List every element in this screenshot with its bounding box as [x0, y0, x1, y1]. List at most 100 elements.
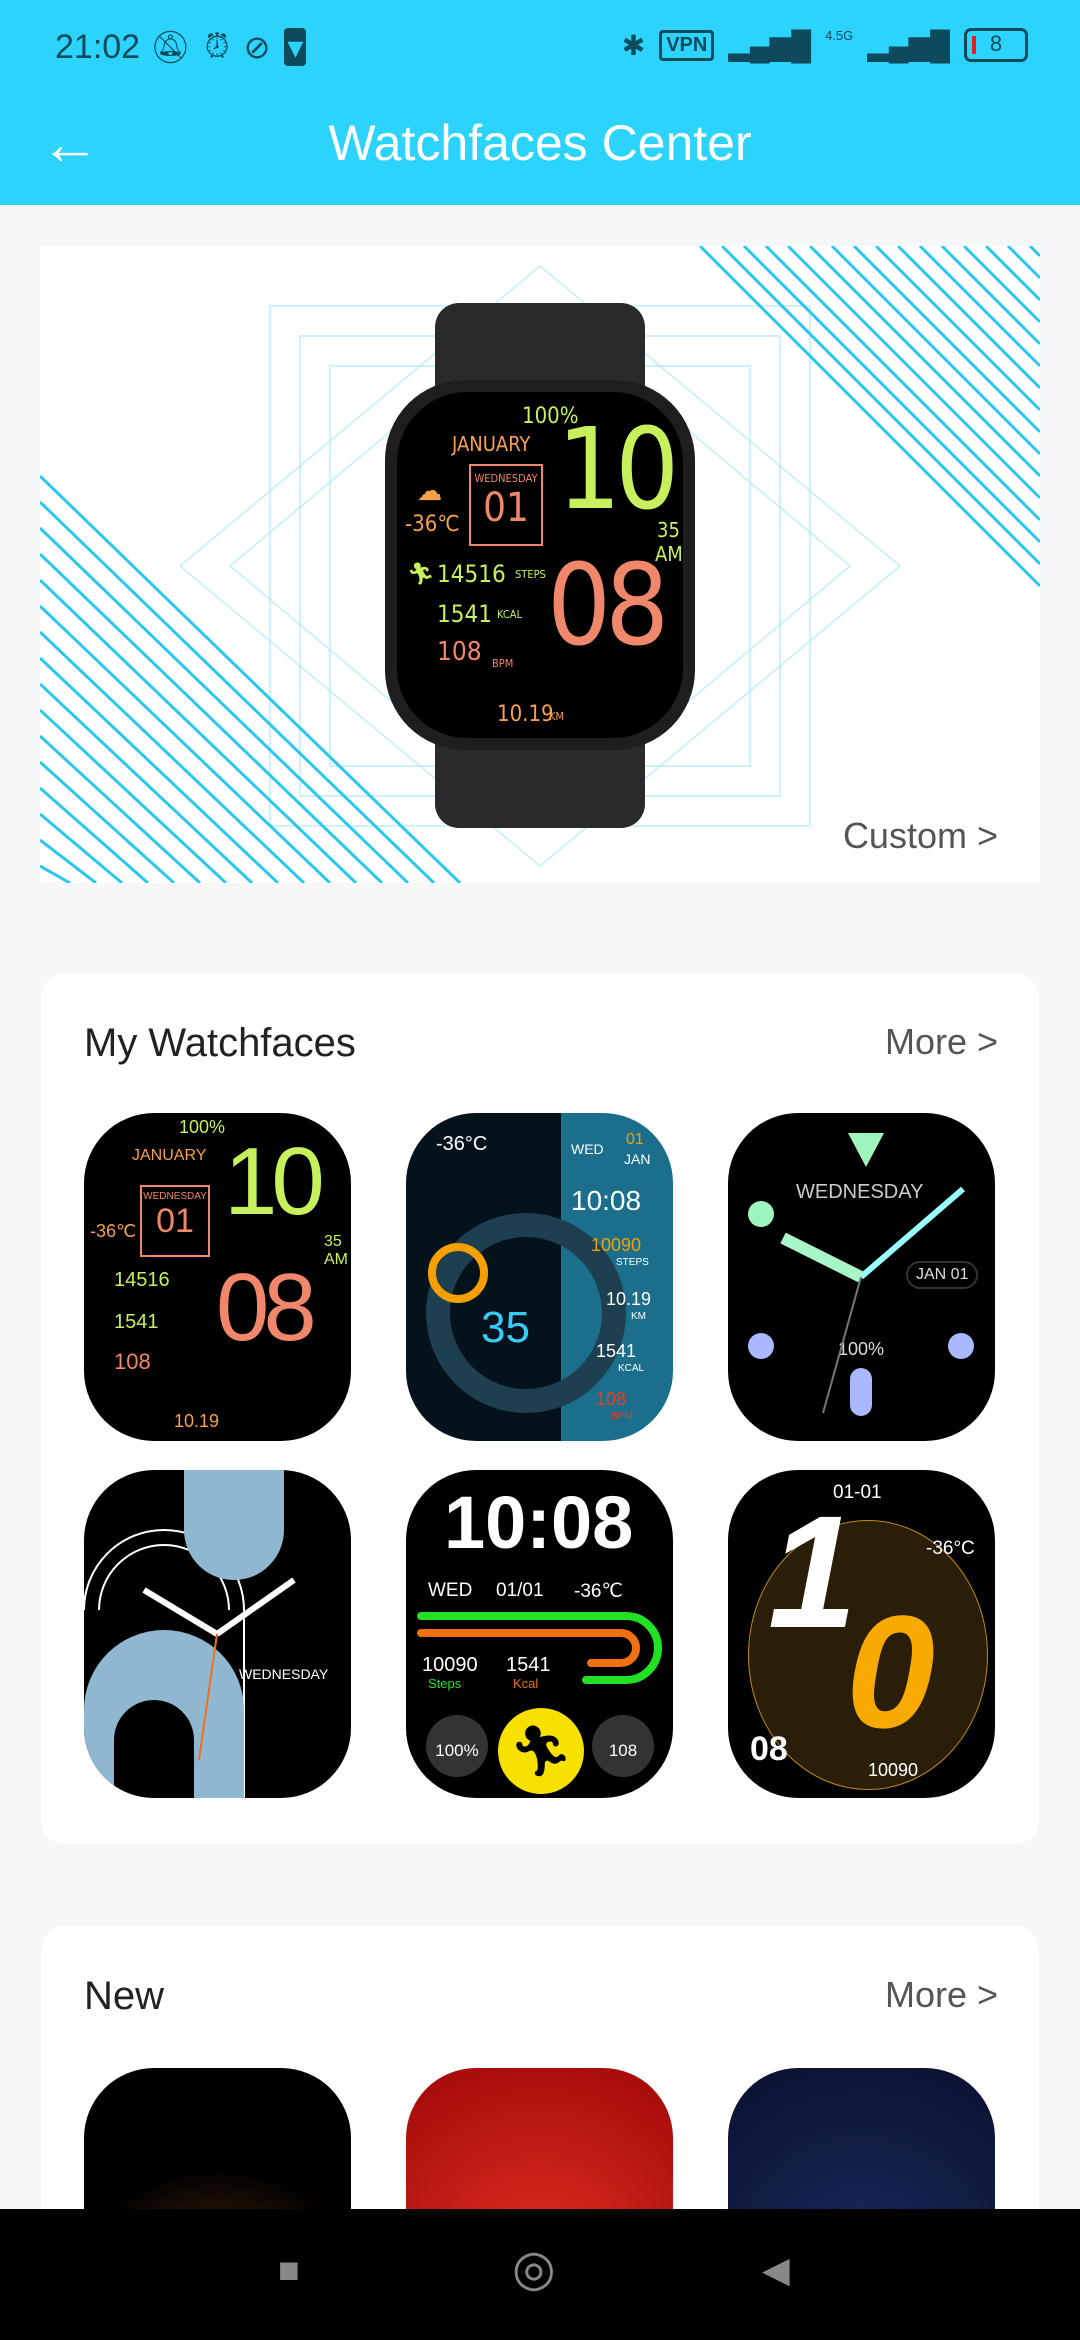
more-link[interactable]: More > — [885, 1021, 998, 1063]
watchface-text: 108 — [114, 1349, 151, 1374]
custom-watchface-banner[interactable]: 100% JANUARY ☁ WEDNESDAY 01 -36℃ 10 35 A… — [40, 246, 1040, 883]
weather-icon: ☁ — [417, 474, 443, 507]
stripe — [874, 246, 1040, 412]
stripe — [40, 864, 71, 883]
watchface-graphic — [780, 1186, 965, 1414]
watchface-text: -36℃ — [90, 1221, 137, 1241]
watchface-text: 35 — [324, 1233, 342, 1250]
minute: 08 — [547, 541, 669, 671]
watchface-text: AM — [324, 1251, 348, 1268]
steps: 14516 — [437, 560, 506, 588]
steps-icon: 🏃︎ — [407, 562, 435, 587]
watchface-text: 14516 — [114, 1269, 170, 1291]
watchface-text: 08 — [216, 1254, 317, 1361]
watchface-text: WED — [571, 1141, 604, 1157]
signal-icon: ▂▄▆█ — [728, 29, 812, 61]
mute-icon: 🔕︎ — [150, 29, 191, 65]
watchface-thumbnail[interactable]: -36°C WED 01 JAN 10:08 10090 STEPS 10.19… — [406, 1113, 673, 1441]
day: 01 — [483, 485, 529, 531]
running-icon: ⊘ — [243, 29, 271, 65]
distance-unit: KM — [549, 710, 565, 723]
distance: 10.19 — [497, 702, 554, 727]
watchface-thumbnail[interactable]: WEDNESDAY — [84, 1470, 351, 1798]
watchface-text: KM — [631, 1311, 646, 1322]
month: JANUARY — [452, 432, 531, 456]
kcal-unit: KCAL — [497, 608, 523, 621]
alarm-icon: ⏰︎ — [204, 28, 230, 64]
watchface-text: STEPS — [616, 1257, 649, 1268]
watchface-text: 10.19 — [174, 1411, 220, 1431]
stripe — [896, 246, 1040, 390]
hour: 10 — [557, 405, 679, 535]
stripe — [40, 630, 306, 883]
app-header: ← Watchfaces Center — [0, 100, 1080, 205]
my-watchfaces-section: My Watchfaces More > 100% JANUARY WEDNES… — [42, 973, 1038, 1844]
stripe — [40, 838, 97, 883]
stripe — [40, 708, 228, 883]
weekday: WEDNESDAY — [474, 472, 538, 485]
custom-link[interactable]: Custom > — [843, 815, 998, 857]
watchface-text: Kcal — [513, 1676, 539, 1691]
watchface-text: JAN — [624, 1151, 651, 1167]
watchface-text: 10:08 — [571, 1185, 642, 1216]
bpm-unit: BPM — [492, 657, 514, 670]
network-type: 4.5G — [825, 28, 854, 43]
watchface-graphic: WEDNESDAY 01 — [140, 1185, 210, 1257]
nav-back-button[interactable]: ◀ — [762, 2249, 790, 2291]
status-bar: 21:02 🔕︎ ⏰︎ ⊘ ▾ ✱ VPN ▂▄▆█ 4.5G ▂▄▆█ 8 — [0, 0, 1080, 100]
watchface-text: 1 — [768, 1482, 857, 1661]
watchface-text: 1541 — [596, 1341, 637, 1361]
watchface-text: 10090 — [868, 1760, 919, 1780]
watchface-thumbnail[interactable]: 100% JANUARY WEDNESDAY 01 -36℃ 10 35 AM 0… — [84, 1113, 351, 1441]
watchface-text: 10 — [224, 1128, 325, 1235]
page-title: Watchfaces Center — [328, 115, 752, 171]
stripe — [40, 786, 149, 883]
watchface-text: 10090 — [591, 1235, 642, 1255]
watchface-text: 08 — [750, 1730, 788, 1768]
watchface-graphic — [84, 1470, 296, 1798]
stripe — [962, 246, 1040, 324]
watchface-text: 1541 — [506, 1654, 551, 1676]
home-button[interactable]: ◎ — [512, 2239, 556, 2297]
stripe — [764, 246, 1040, 522]
watchface-text: 0 — [846, 1582, 935, 1761]
signal-icon: ▂▄▆█ — [867, 29, 950, 61]
stripe — [40, 526, 410, 883]
stripe — [40, 682, 254, 883]
watchface-text: 108 — [592, 1715, 654, 1777]
section-title: My Watchfaces — [84, 1021, 356, 1065]
watch-preview: 100% JANUARY ☁ WEDNESDAY 01 -36℃ 10 35 A… — [385, 380, 695, 750]
stripe — [940, 246, 1040, 346]
watchface-text: Steps — [428, 1676, 462, 1691]
shield-icon: ▾ — [284, 28, 307, 66]
watchface-text: 108 — [596, 1389, 627, 1409]
watchface-graphic — [428, 1243, 488, 1303]
watchface-thumbnail[interactable]: 01-01 -36°C 1 0 08 10090 — [728, 1470, 995, 1798]
watchface-text: 35 — [481, 1303, 530, 1352]
stripe — [808, 246, 1040, 478]
section-title: New — [84, 1974, 165, 2018]
stripe — [40, 760, 176, 883]
steps-unit: STEPS — [515, 568, 546, 581]
bpm: 108 — [437, 637, 482, 667]
watchface-text: 10090 — [422, 1654, 478, 1676]
stripe — [40, 604, 332, 883]
new-watchfaces-section: New More > — [42, 1926, 1038, 2246]
watchface-thumbnail[interactable]: WEDNESDAY JAN 01 100% — [728, 1113, 995, 1441]
stripe — [1028, 246, 1040, 258]
recent-apps-button[interactable]: ■ — [278, 2249, 300, 2291]
stripe — [984, 246, 1040, 302]
temperature: -36℃ — [405, 512, 460, 537]
stripe — [830, 246, 1040, 456]
vpn-icon: VPN — [659, 29, 715, 61]
stripe — [742, 246, 1040, 544]
stripe — [40, 578, 358, 883]
seconds: 35 — [657, 518, 680, 542]
more-link[interactable]: More > — [885, 1974, 998, 2016]
battery-icon: 8 — [964, 28, 1028, 62]
system-nav-bar: ■ ◎ ◀ — [0, 2209, 1080, 2340]
running-icon: 🏃︎ — [498, 1708, 584, 1794]
watchface-text: WEDNESDAY — [239, 1666, 329, 1682]
watchface-thumbnail[interactable]: 10:08 WED 01/01 -36℃ 10090 Steps 1541 Kc… — [406, 1470, 673, 1798]
watchface-text: 100% — [179, 1117, 226, 1137]
